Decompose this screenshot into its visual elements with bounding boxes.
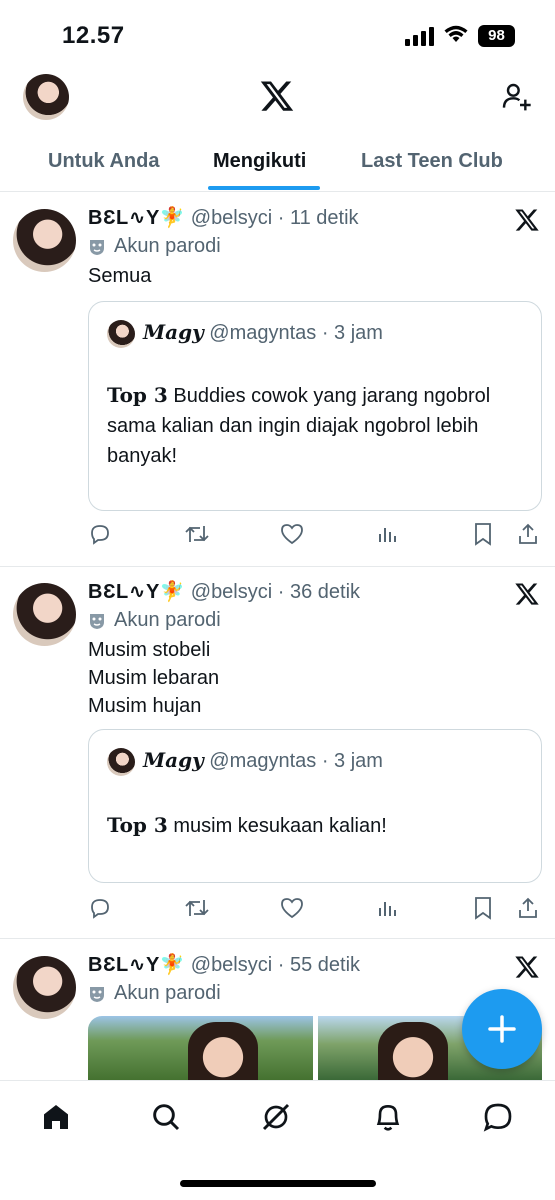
quoted-author-name: Magy [143, 320, 204, 344]
post-text-line: Musim stobeli [88, 639, 211, 661]
quoted-author-handle-time: @magyntas · 3 jam [203, 750, 383, 772]
profile-avatar[interactable] [23, 74, 69, 120]
post-actions [88, 896, 540, 924]
home-icon[interactable] [40, 1101, 72, 1133]
views-icon[interactable] [376, 896, 400, 920]
post-text: Musim stobeli Musim lebaran Musim hujan [88, 636, 219, 720]
post-header: BƐL∿Y🧚 @belsyci · 55 detik [88, 952, 360, 977]
quoted-post[interactable]: Magy @magyntas · 3 jam Top 3 musim kesuk… [88, 729, 542, 883]
search-icon[interactable] [150, 1101, 182, 1133]
share-icon[interactable] [516, 896, 540, 920]
parody-badge: Akun parodi [88, 235, 221, 258]
photo-subject [188, 1022, 258, 1086]
add-user-icon[interactable] [500, 81, 532, 113]
quoted-post[interactable]: Magy @magyntas · 3 jam Top 3 Buddies cow… [88, 301, 542, 511]
mask-icon [90, 239, 104, 255]
retweet-icon[interactable] [184, 896, 210, 920]
author-display-name[interactable]: BƐL∿Y🧚 [88, 207, 185, 229]
author-display-name[interactable]: BƐL∿Y🧚 [88, 954, 185, 976]
author-handle-time: @belsyci · 11 detik [185, 207, 359, 229]
messages-icon[interactable] [482, 1101, 514, 1133]
quoted-post-text: Top 3 musim kesukaan kalian! [107, 810, 527, 841]
battery-indicator: 98 [478, 25, 515, 47]
status-time: 12.57 [62, 22, 125, 49]
bookmark-icon[interactable] [472, 522, 494, 546]
active-tab-indicator [208, 186, 320, 190]
mask-icon [90, 986, 104, 1002]
parody-badge: Akun parodi [88, 609, 221, 632]
grok-x-icon[interactable] [514, 207, 540, 233]
bookmark-icon[interactable] [472, 896, 494, 920]
parody-label: Akun parodi [114, 609, 221, 631]
post-text-line: Musim hujan [88, 695, 202, 717]
compose-post-button[interactable] [462, 989, 542, 1069]
top-bar [0, 66, 555, 132]
quoted-post-body: musim kesukaan kalian! [167, 815, 387, 837]
photo-subject [378, 1022, 448, 1086]
tab-mengikuti[interactable]: Mengikuti [213, 150, 306, 173]
tab-untuk-anda[interactable]: Untuk Anda [48, 150, 159, 173]
mask-icon [90, 613, 104, 629]
status-bar: 12.57 98 [0, 0, 555, 66]
quoted-post-bold: Top 3 [107, 813, 168, 837]
quoted-author-name: Magy [143, 748, 204, 772]
wifi-icon [444, 25, 468, 42]
post-author-avatar[interactable] [13, 956, 76, 1019]
post[interactable]: BƐL∿Y🧚 @belsyci · 36 detik Akun parodi M… [0, 567, 555, 939]
post-header: BƐL∿Y🧚 @belsyci · 36 detik [88, 579, 360, 604]
post-header: BƐL∿Y🧚 @belsyci · 11 detik [88, 205, 359, 230]
timeline-tabs: Untuk Anda Mengikuti Last Teen Club [0, 132, 555, 192]
retweet-icon[interactable] [184, 522, 210, 546]
plus-icon [488, 1015, 516, 1043]
cellular-signal-icon [405, 26, 434, 46]
quoted-post-header: Magy @magyntas · 3 jam [143, 320, 383, 345]
share-icon[interactable] [516, 522, 540, 546]
home-indicator [180, 1180, 376, 1187]
notifications-icon[interactable] [372, 1101, 404, 1133]
reply-icon[interactable] [88, 896, 112, 920]
grok-icon[interactable] [260, 1101, 292, 1133]
quoted-author-avatar [107, 320, 135, 348]
grok-x-icon[interactable] [514, 954, 540, 980]
quoted-post-header: Magy @magyntas · 3 jam [143, 748, 383, 773]
reply-icon[interactable] [88, 522, 112, 546]
parody-label: Akun parodi [114, 982, 221, 1004]
like-icon[interactable] [280, 522, 304, 546]
grok-x-icon[interactable] [514, 581, 540, 607]
like-icon[interactable] [280, 896, 304, 920]
post[interactable]: BƐL∿Y🧚 @belsyci · 11 detik Akun parodi S… [0, 193, 555, 567]
post-photo[interactable] [88, 1016, 313, 1086]
parody-badge: Akun parodi [88, 982, 221, 1005]
post-author-avatar[interactable] [13, 583, 76, 646]
post-text: Semua [88, 262, 151, 290]
quoted-author-avatar [107, 748, 135, 776]
author-handle-time: @belsyci · 55 detik [185, 954, 361, 976]
author-display-name[interactable]: BƐL∿Y🧚 [88, 581, 185, 603]
quoted-post-bold: Top 3 [107, 383, 168, 407]
post-text-line: Semua [88, 265, 152, 287]
post-actions [88, 522, 540, 550]
post-text-line: Musim lebaran [88, 667, 220, 689]
author-handle-time: @belsyci · 36 detik [185, 581, 361, 603]
x-logo-icon [260, 81, 294, 111]
tab-last-teen-club[interactable]: Last Teen Club [361, 150, 503, 173]
parody-label: Akun parodi [114, 235, 221, 257]
views-icon[interactable] [376, 522, 400, 546]
quoted-author-handle-time: @magyntas · 3 jam [203, 322, 383, 344]
quoted-post-text: Top 3 Buddies cowok yang jarang ngobrol … [107, 380, 527, 471]
post-author-avatar[interactable] [13, 209, 76, 272]
